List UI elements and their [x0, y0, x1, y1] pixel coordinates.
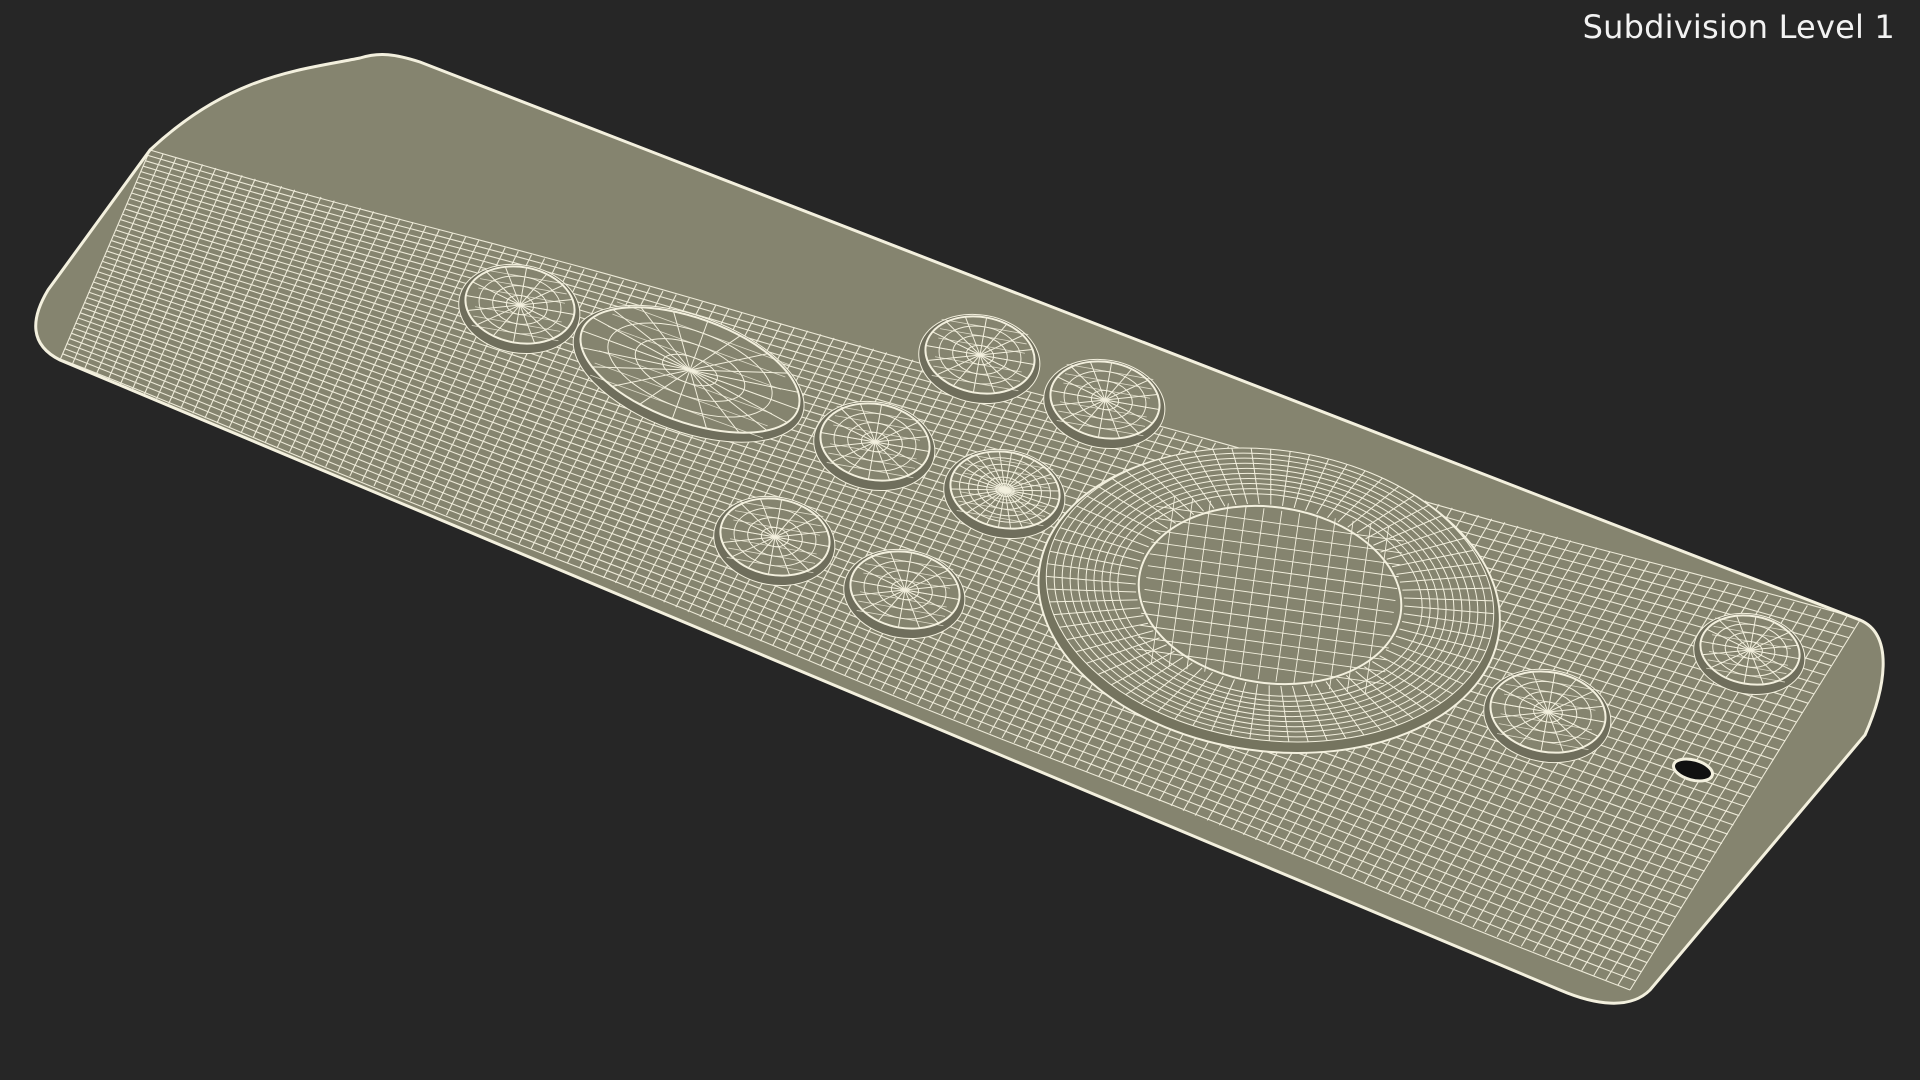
subdivision-level-label: Subdivision Level 1 — [1582, 8, 1895, 46]
remote-wireframe-render — [34, 53, 1885, 1005]
render-viewport: Subdivision Level 1 — [0, 0, 1920, 1080]
